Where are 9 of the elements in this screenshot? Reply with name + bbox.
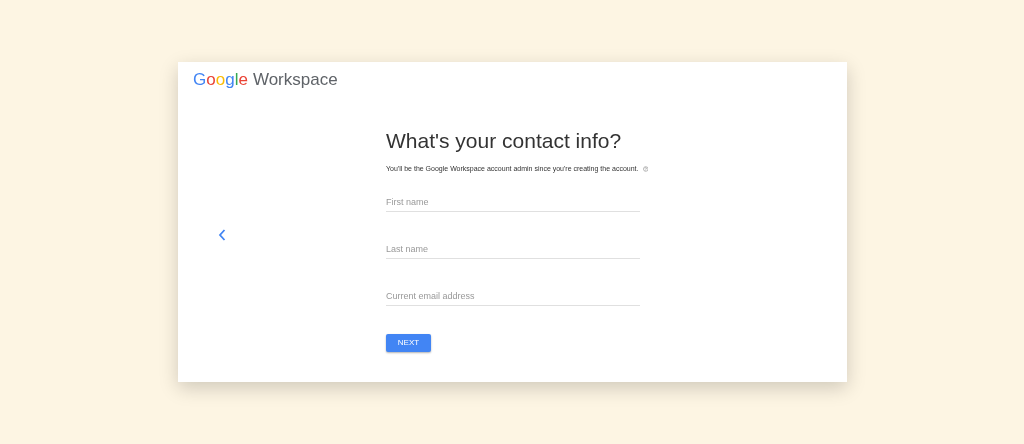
page-heading: What's your contact info? — [386, 128, 623, 154]
logo-product: Workspace — [252, 69, 338, 91]
chevron-left-icon — [218, 229, 226, 241]
text-field[interactable]: Last name — [386, 239, 640, 259]
text-field[interactable]: First name — [386, 192, 640, 212]
logo-brand: Google — [193, 69, 248, 91]
help-icon[interactable] — [642, 164, 648, 175]
text-field[interactable]: Current email address — [386, 286, 640, 306]
next-button[interactable]: NEXT — [386, 333, 431, 352]
